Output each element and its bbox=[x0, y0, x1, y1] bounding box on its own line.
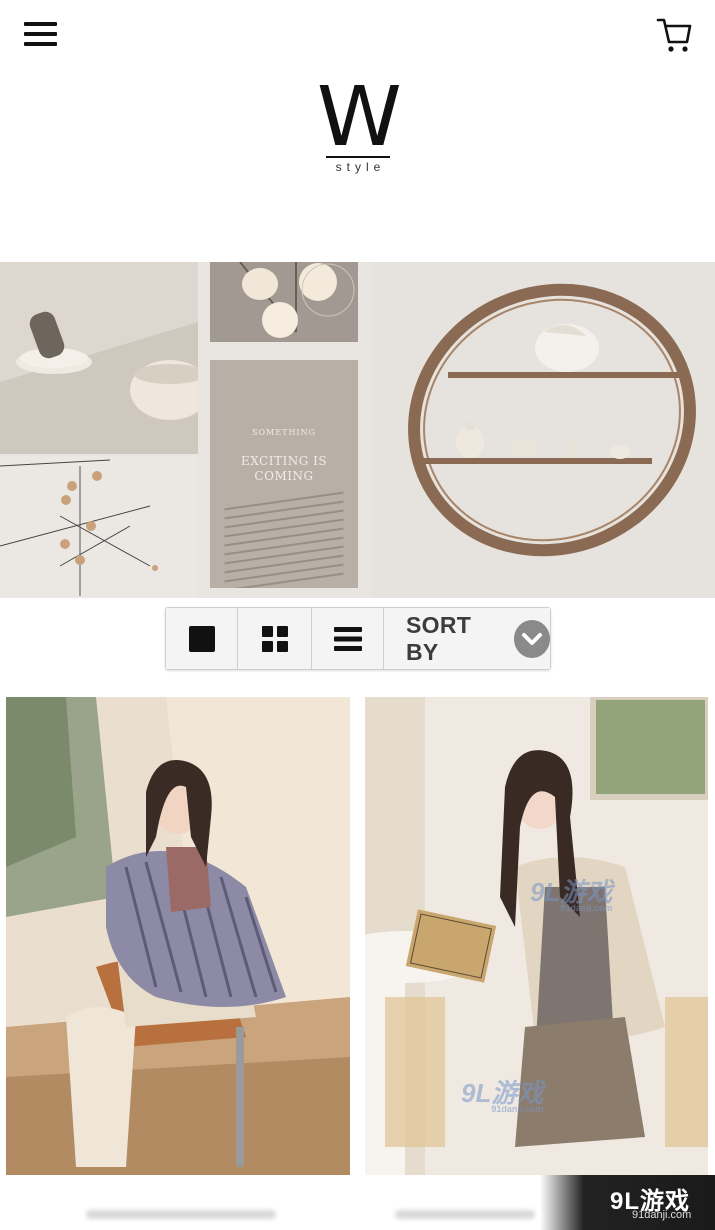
hero-banner[interactable]: SOMETHING EXCITING IS COMING bbox=[0, 262, 715, 598]
product-card[interactable]: 9L游戏 91danji.com 9L游戏 91danji.com bbox=[365, 697, 708, 1175]
shopping-cart-icon[interactable] bbox=[656, 16, 692, 54]
brand-logo[interactable]: W style bbox=[310, 77, 406, 182]
list-view-icon bbox=[333, 626, 362, 651]
view-toolbar: SORT BY bbox=[165, 607, 551, 670]
product-title-2 bbox=[365, 1200, 565, 1230]
site-header: W style bbox=[0, 0, 715, 262]
hero-photo-lamp bbox=[210, 262, 358, 342]
grid-view-button[interactable] bbox=[238, 608, 312, 669]
product-image bbox=[6, 697, 350, 1175]
corner-watermark-domain: 91danji.com bbox=[632, 1209, 692, 1221]
logo-mark: W bbox=[316, 70, 402, 165]
watermark-logo: 9L游戏 91danji.com bbox=[530, 877, 613, 913]
hamburger-menu-icon[interactable] bbox=[24, 22, 58, 48]
list-view-button[interactable] bbox=[312, 608, 384, 669]
single-view-button[interactable] bbox=[166, 608, 238, 669]
sort-by-dropdown[interactable]: SORT BY bbox=[384, 608, 550, 669]
grid-view-icon bbox=[261, 625, 288, 652]
single-view-icon bbox=[188, 625, 215, 652]
hero-photo-shelf bbox=[372, 262, 715, 598]
sort-by-label: SORT BY bbox=[406, 611, 472, 665]
chevron-down-icon bbox=[513, 619, 550, 658]
product-card[interactable] bbox=[6, 697, 350, 1175]
hero-photo-incense bbox=[0, 262, 198, 454]
promo-small-text: SOMETHING bbox=[252, 428, 316, 437]
promo-headline: EXCITING IS COMING bbox=[240, 454, 328, 483]
corner-watermark: 9L游戏 91danji.com bbox=[540, 1175, 715, 1230]
hero-photo-mobile bbox=[0, 456, 198, 598]
hero-promo-card: SOMETHING EXCITING IS COMING bbox=[210, 360, 358, 588]
promo-texture bbox=[224, 491, 344, 588]
watermark-logo-lower: 9L游戏 91danji.com bbox=[461, 1078, 544, 1114]
product-title-1 bbox=[6, 1200, 350, 1230]
